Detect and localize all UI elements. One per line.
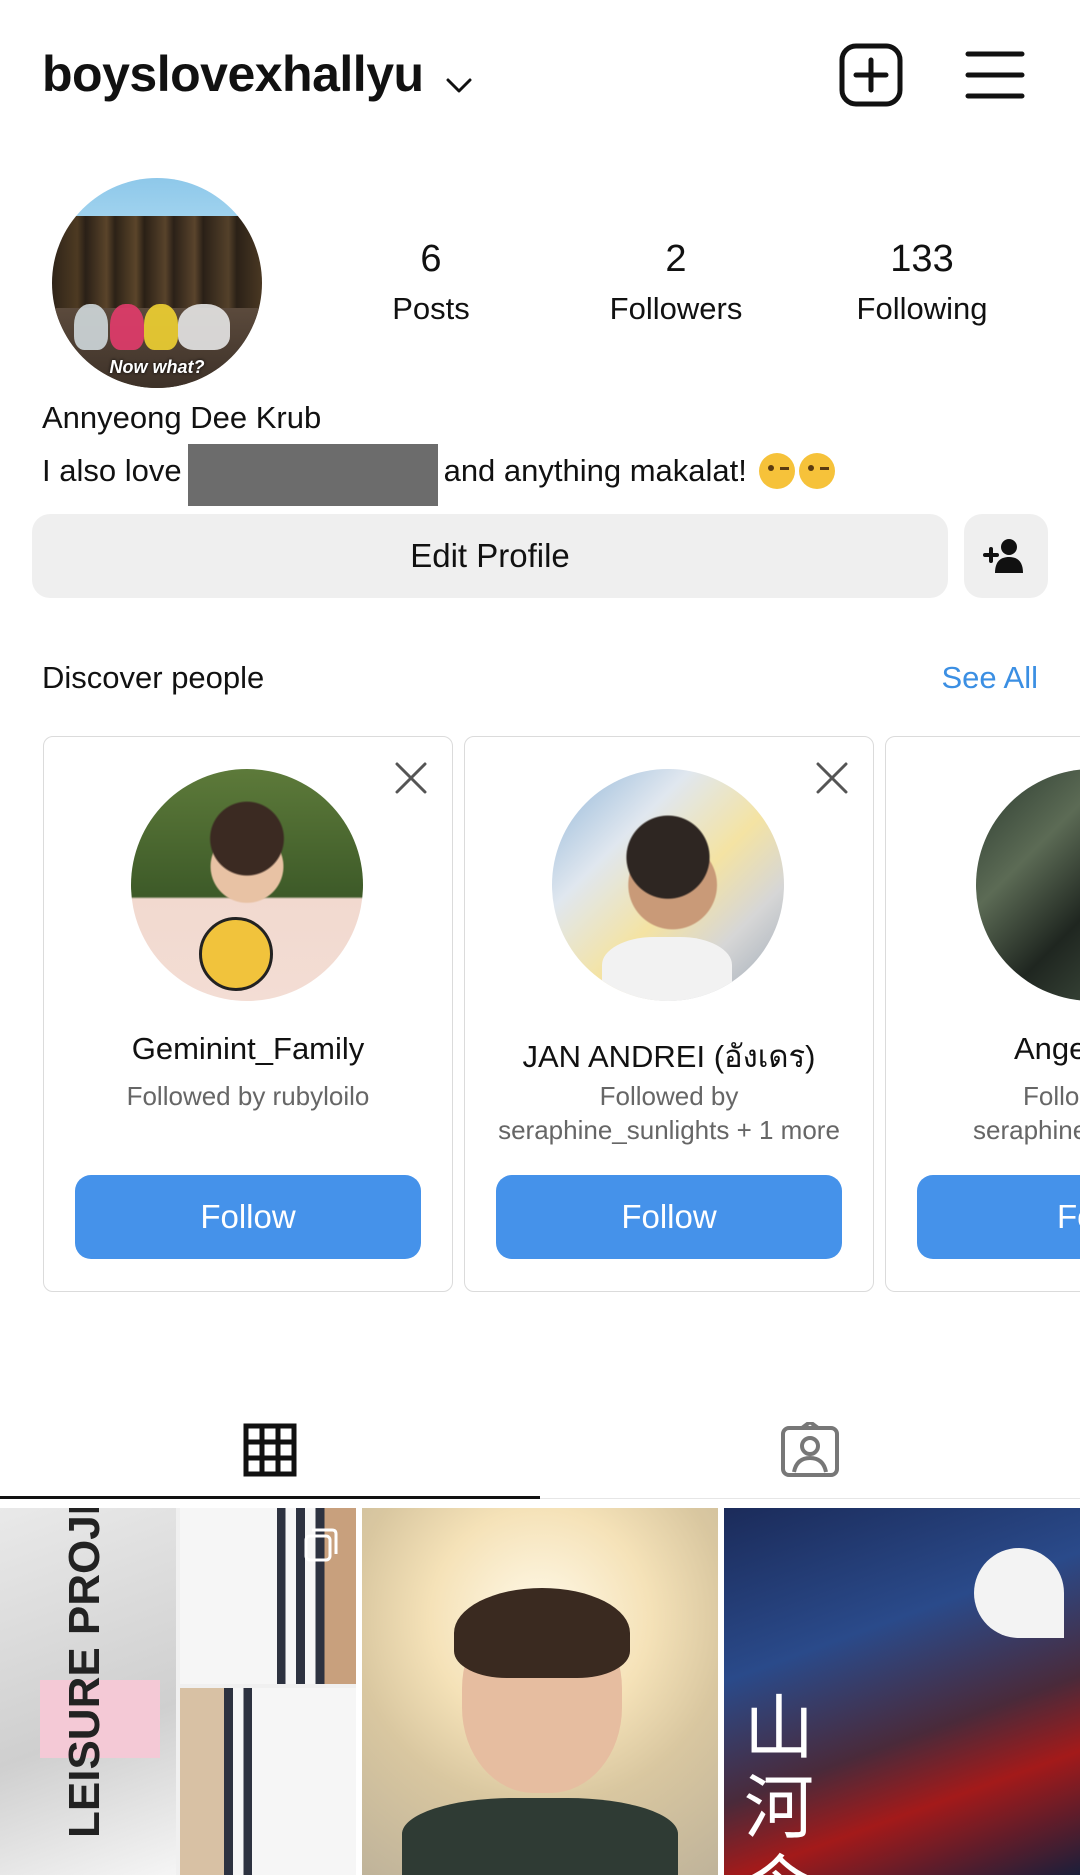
avatar-detail xyxy=(144,304,178,350)
suggestion-name[interactable]: Ange xyxy=(1014,1031,1080,1067)
suggestion-avatar[interactable] xyxy=(131,769,363,1001)
edit-profile-button[interactable]: Edit Profile xyxy=(32,514,948,598)
avatar-detail xyxy=(199,917,273,991)
post-image-text: 山河令 xyxy=(744,1687,814,1875)
suggestion-context: Follo seraphine xyxy=(973,1079,1080,1147)
tab-tagged[interactable] xyxy=(540,1398,1080,1502)
bio-name: Annyeong Dee Krub xyxy=(42,400,322,435)
followers-count[interactable]: 2 Followers xyxy=(576,238,776,327)
active-tab-indicator xyxy=(0,1496,540,1499)
follow-button[interactable]: Follow xyxy=(496,1175,842,1259)
context-line: Followed by rubyloilo xyxy=(126,1081,370,1111)
avatar-detail xyxy=(110,304,144,350)
bio-prefix: I also love xyxy=(42,453,182,488)
account-switcher[interactable]: boyslovexhallyu xyxy=(42,42,472,106)
context-line: Followed by xyxy=(599,1081,739,1111)
discover-people-title: Discover people xyxy=(42,660,265,695)
post-image-part xyxy=(180,1688,356,1875)
new-post-icon[interactable] xyxy=(836,40,906,110)
suggestion-card[interactable]: JAN ANDREI (อังเดร) Followed by seraphin… xyxy=(464,736,874,1292)
suggestion-context: Followed by seraphine_sunlights + 1 more xyxy=(465,1079,873,1147)
grid-icon xyxy=(243,1423,297,1477)
stat-value: 6 xyxy=(420,238,442,280)
close-icon[interactable] xyxy=(813,759,851,797)
discover-people-button[interactable] xyxy=(964,514,1048,598)
post-image-part: LEISURE PROJECTS xyxy=(0,1508,176,1875)
post-image-detail xyxy=(454,1588,630,1678)
bio-text: I also love and anything makalat! xyxy=(42,440,835,506)
redacted-block xyxy=(187,444,438,506)
menu-icon[interactable] xyxy=(960,40,1030,110)
carousel-icon xyxy=(304,1528,338,1562)
avatar-detail xyxy=(74,304,108,350)
post-thumbnail[interactable] xyxy=(362,1508,718,1875)
close-icon[interactable] xyxy=(392,759,430,797)
see-all-link[interactable]: See All xyxy=(941,660,1038,696)
suggestion-context: Followed by rubyloilo xyxy=(44,1079,452,1113)
wink-emoji-icon xyxy=(758,453,795,489)
wink-emoji-icon xyxy=(798,453,835,489)
context-line: Follo xyxy=(1023,1081,1080,1111)
following-count[interactable]: 133 Following xyxy=(822,238,1022,327)
post-thumbnail[interactable]: 山河令 xyxy=(724,1508,1080,1875)
add-person-icon xyxy=(983,539,1023,573)
avatar-caption: Now what? xyxy=(109,357,205,377)
suggestion-card[interactable]: Geminint_Family Followed by rubyloilo Fo… xyxy=(43,736,453,1292)
post-image-detail xyxy=(974,1548,1064,1638)
stat-label: Followers xyxy=(609,291,743,326)
avatar-detail xyxy=(178,304,230,350)
tab-posts-grid[interactable] xyxy=(0,1398,540,1502)
username: boyslovexhallyu xyxy=(42,46,424,102)
suggestion-name[interactable]: JAN ANDREI (อังเดร) xyxy=(465,1031,873,1081)
suggestion-avatar[interactable] xyxy=(976,769,1080,1001)
post-image-text: LEISURE PROJECTS xyxy=(60,1508,109,1838)
stat-value: 133 xyxy=(890,238,954,280)
context-line: seraphine_sunlights + 1 more xyxy=(498,1115,840,1145)
profile-avatar[interactable]: Now what? xyxy=(52,178,262,388)
stat-label: Posts xyxy=(392,291,470,326)
context-line: seraphine xyxy=(973,1115,1080,1145)
post-image-detail xyxy=(402,1798,678,1875)
suggestion-avatar[interactable] xyxy=(552,769,784,1001)
post-thumbnail[interactable]: LEISURE PROJECTS xyxy=(0,1508,356,1875)
top-bar: boyslovexhallyu xyxy=(0,0,1080,150)
profile-page: boyslovexhallyu Now what? 6 Posts 2 Foll… xyxy=(0,0,1080,1875)
stat-label: Following xyxy=(856,291,988,326)
stat-value: 2 xyxy=(665,238,687,280)
chevron-down-icon xyxy=(446,48,472,106)
suggestion-name[interactable]: Geminint_Family xyxy=(44,1031,452,1067)
tagged-icon xyxy=(781,1422,839,1477)
suggestion-card[interactable]: Ange Follo seraphine Fo xyxy=(885,736,1080,1292)
follow-button[interactable]: Fo xyxy=(917,1175,1080,1259)
follow-button[interactable]: Follow xyxy=(75,1175,421,1259)
avatar-detail xyxy=(602,937,732,1001)
posts-count[interactable]: 6 Posts xyxy=(331,238,531,327)
bio-suffix: and anything makalat! xyxy=(443,453,747,488)
